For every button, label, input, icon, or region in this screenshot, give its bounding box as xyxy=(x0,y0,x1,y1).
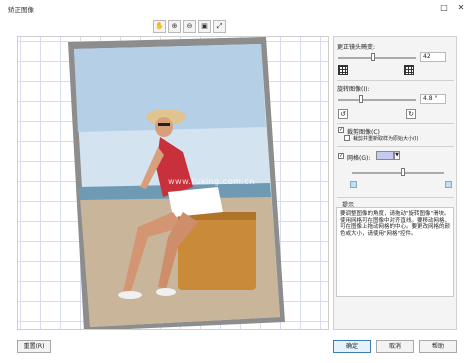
grid-size-slider-thumb[interactable] xyxy=(400,168,405,176)
close-icon[interactable]: ✕ xyxy=(455,2,467,14)
actual-size-icon[interactable]: ⤢ xyxy=(213,20,226,33)
pincushion-distortion-icon xyxy=(404,65,414,75)
lens-distortion-label: 更正镜头畸变: xyxy=(337,44,376,51)
lens-slider[interactable] xyxy=(338,57,416,59)
grid-large-icon xyxy=(445,181,452,188)
reset-button[interactable]: 重置(R) xyxy=(17,340,51,353)
hint-box: 要调整图像的角度，请拖动"旋转图像"滑块。使用网格可在图像中对齐直线。要移动网格… xyxy=(336,207,454,297)
hand-tool-icon[interactable]: ✋ xyxy=(153,20,166,33)
zoom-out-icon[interactable]: ⊖ xyxy=(183,20,196,33)
cancel-button[interactable]: 取消 xyxy=(376,340,414,353)
ok-button[interactable]: 确定 xyxy=(333,340,371,353)
window-title: 矫正图像 xyxy=(8,6,34,14)
rotate-slider[interactable] xyxy=(338,99,416,101)
zoom-in-icon[interactable]: ⊕ xyxy=(168,20,181,33)
grid-color-dropdown-icon[interactable]: ▼ xyxy=(394,151,400,160)
options-panel: 更正镜头畸变: 42 旋转图像(I): 4.8 ° ↺ ↻ ✓ 裁剪图像(C) … xyxy=(333,36,457,330)
title-bar: 矫正图像 □ ✕ xyxy=(0,0,470,16)
rotate-image-label: 旋转图像(I): xyxy=(337,86,370,93)
grid-checkbox[interactable]: ✓ xyxy=(338,153,344,159)
rotate-value-field[interactable]: 4.8 ° xyxy=(420,94,446,104)
crop-image-checkbox[interactable]: ✓ xyxy=(338,127,344,133)
grid-size-slider[interactable] xyxy=(352,172,444,174)
hint-text: 要调整图像的角度，请拖动"旋转图像"滑块。使用网格可在图像中对齐直线。要移动网格… xyxy=(340,211,451,237)
divider xyxy=(337,146,454,147)
preview-toolbar: ✋ ⊕ ⊖ ▣ ⤢ xyxy=(153,20,226,34)
grid-color-swatch[interactable] xyxy=(376,151,394,160)
help-button[interactable]: 帮助 xyxy=(419,340,457,353)
white-shorts xyxy=(168,187,223,217)
crop-resample-checkbox[interactable] xyxy=(344,135,350,141)
image-preview[interactable]: www.tuxing.com.cn xyxy=(17,36,329,330)
maximize-icon[interactable]: □ xyxy=(438,2,450,14)
grid-small-icon xyxy=(350,181,357,188)
fit-to-window-icon[interactable]: ▣ xyxy=(198,20,211,33)
divider xyxy=(337,123,454,124)
rotate-slider-thumb[interactable] xyxy=(359,95,364,103)
face xyxy=(155,117,173,137)
barrel-distortion-icon xyxy=(338,65,348,75)
grid-label: 网格(G): xyxy=(347,155,371,162)
divider xyxy=(337,197,454,198)
lens-value-field[interactable]: 42 xyxy=(420,52,446,62)
lens-slider-thumb[interactable] xyxy=(371,53,376,61)
rotate-left-icon[interactable]: ↺ xyxy=(338,109,348,119)
divider xyxy=(337,80,454,81)
rotate-right-icon[interactable]: ↻ xyxy=(406,109,416,119)
watermark-text: www.tuxing.com.cn xyxy=(168,177,255,186)
crop-resample-label: 裁剪并重新取样为原始大小(I) xyxy=(353,136,419,142)
